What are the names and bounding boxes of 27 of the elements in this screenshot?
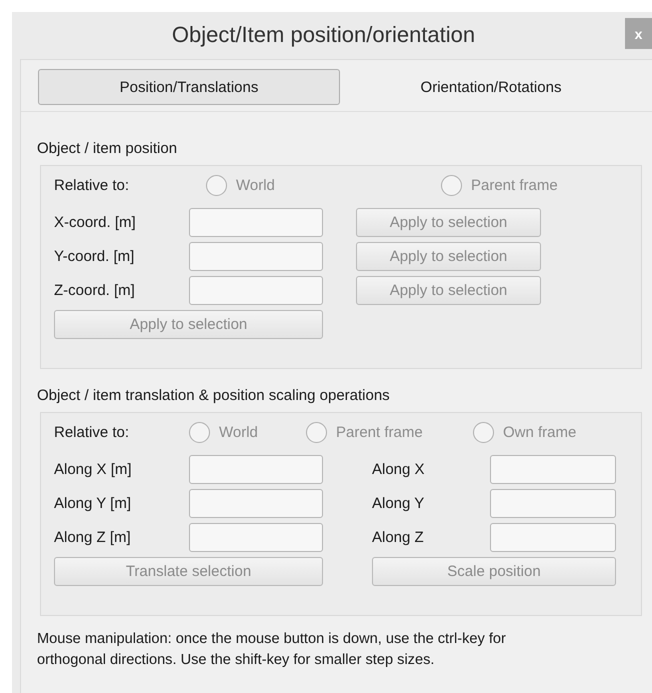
input-field[interactable] <box>189 455 323 484</box>
field-label: Along X [m] <box>54 461 133 478</box>
close-button[interactable]: x <box>625 18 652 49</box>
group-title: Object / item translation & position scaling operations <box>37 387 391 404</box>
field-label: Along Z [m] <box>54 529 132 546</box>
hint-text: Mouse manipulation: once the mouse button is down, use the ctrl-key for orthogonal directions. Use the shift-key for smaller step sizes. <box>37 630 507 670</box>
field-label: Z-coord. [m] <box>54 282 136 299</box>
input-field[interactable] <box>490 455 616 484</box>
input-field[interactable] <box>490 489 616 518</box>
input-field[interactable] <box>189 489 323 518</box>
input-field[interactable] <box>189 276 323 305</box>
input-field[interactable] <box>490 523 616 552</box>
field-label: Along X <box>372 461 426 478</box>
field-label: X-coord. [m] <box>54 214 137 231</box>
field-label: Along Y [m] <box>54 495 132 512</box>
field-label: Along Y <box>372 495 426 512</box>
tab[interactable]: Orientation/Rotations <box>340 69 642 105</box>
input-field[interactable] <box>189 208 323 237</box>
tab[interactable]: Position/Translations <box>38 69 340 105</box>
relative-to-label: Relative to: <box>54 424 130 440</box>
input-field[interactable] <box>189 242 323 271</box>
input-field[interactable] <box>189 523 323 552</box>
window-title: Object/Item position/orientation <box>170 21 476 48</box>
field-label: Along Z <box>372 529 425 546</box>
field-label: Y-coord. [m] <box>54 248 136 265</box>
relative-to-label: Relative to: <box>54 176 130 194</box>
group-title: Object / item position <box>37 140 178 157</box>
